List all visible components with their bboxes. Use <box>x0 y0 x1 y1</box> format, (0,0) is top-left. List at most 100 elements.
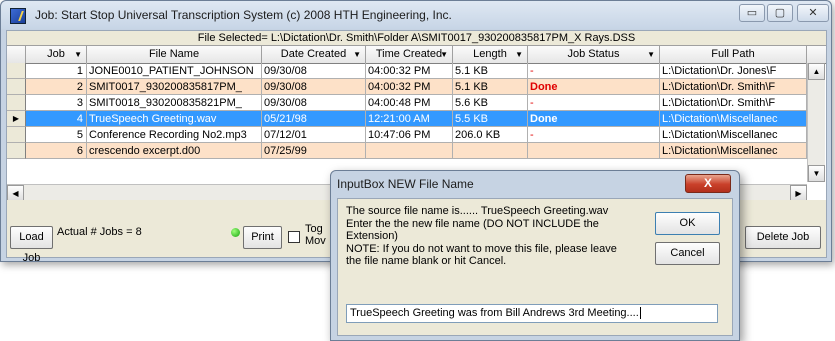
scroll-left-icon[interactable]: ◀ <box>7 185 24 200</box>
window-title: Job: Start Stop Universal Transcription … <box>35 8 452 22</box>
dialog-message: The source file name is...... TrueSpeech… <box>346 205 641 268</box>
status-led-icon <box>231 228 240 237</box>
col-header-full-path[interactable]: Full Path <box>660 46 807 63</box>
table-row[interactable]: 2 SMIT0017_930200835817PM_ 09/30/08 04:0… <box>7 79 807 95</box>
cell-status: - <box>528 63 660 79</box>
scroll-up-icon[interactable]: ▲ <box>808 63 825 80</box>
maximize-button[interactable]: ▢ <box>767 4 793 22</box>
cell-file-name: JONE0010_PATIENT_JOHNSON <box>87 63 262 79</box>
toggle-label: Tog <box>305 223 323 235</box>
load-job-button[interactable]: Load Job <box>10 226 53 264</box>
col-header-time-created[interactable]: Time Created ▼ <box>366 46 453 63</box>
cell-date: 05/21/98 <box>262 111 366 127</box>
row-indicator[interactable] <box>7 127 26 143</box>
cell-job: 1 <box>26 63 87 79</box>
cell-status: Done <box>528 79 660 95</box>
title-bar[interactable]: Job: Start Stop Universal Transcription … <box>1 1 831 29</box>
cell-date: 09/30/08 <box>262 79 366 95</box>
input-dialog: InputBox NEW File Name X The source file… <box>330 170 740 341</box>
col-header-job[interactable]: Job ▼ <box>26 46 87 63</box>
vertical-scrollbar[interactable]: ▲ ▼ <box>807 63 825 182</box>
cell-file-name: crescendo excerpt.d00 <box>87 143 262 159</box>
ok-button[interactable]: OK <box>655 212 720 235</box>
col-header-label: Date Created <box>280 48 347 60</box>
cell-file-name: SMIT0018_930200835821PM_ <box>87 95 262 111</box>
sort-arrow-icon: ▼ <box>515 50 523 59</box>
cell-status: Done <box>528 111 660 127</box>
cell-date: 07/25/99 <box>262 143 366 159</box>
cell-job: 6 <box>26 143 87 159</box>
cell-time: 04:00:48 PM <box>366 95 453 111</box>
col-header-date-created[interactable]: Date Created ▼ <box>262 46 366 63</box>
col-header-label: Job Status <box>567 48 620 60</box>
col-header-label: Full Path <box>711 48 755 60</box>
cell-time: 04:00:32 PM <box>366 63 453 79</box>
col-header-job-status[interactable]: Job Status ▼ <box>528 46 660 63</box>
cell-job: 3 <box>26 95 87 111</box>
cell-length: 5.5 KB <box>453 111 528 127</box>
cell-time <box>366 143 453 159</box>
actual-jobs-label: Actual # Jobs = 8 <box>57 226 142 238</box>
table-row-selected[interactable]: ▶ 4 TrueSpeech Greeting.wav 05/21/98 12:… <box>7 111 807 127</box>
cell-path: L:\Dictation\Dr. Jones\F <box>660 63 807 79</box>
cell-path: L:\Dictation\Dr. Smith\F <box>660 79 807 95</box>
cell-job: 5 <box>26 127 87 143</box>
row-indicator[interactable] <box>7 143 26 159</box>
table-row[interactable]: 5 Conference Recording No2.mp3 07/12/01 … <box>7 127 807 143</box>
sort-arrow-icon: ▼ <box>647 50 655 59</box>
cell-job: 4 <box>26 111 87 127</box>
col-header-length[interactable]: Length ▼ <box>453 46 528 63</box>
scroll-down-icon[interactable]: ▼ <box>808 165 825 182</box>
cell-path: L:\Dictation\Miscellanec <box>660 127 807 143</box>
cell-date: 09/30/08 <box>262 63 366 79</box>
cell-length: 5.1 KB <box>453 79 528 95</box>
cell-length: 206.0 KB <box>453 127 528 143</box>
cell-time: 04:00:32 PM <box>366 79 453 95</box>
cell-length: 5.1 KB <box>453 63 528 79</box>
delete-job-button[interactable]: Delete Job <box>745 226 821 249</box>
close-button[interactable]: ✕ <box>797 4 829 22</box>
table-row[interactable]: 3 SMIT0018_930200835821PM_ 09/30/08 04:0… <box>7 95 807 111</box>
print-button[interactable]: Print <box>243 226 282 249</box>
dialog-body: The source file name is...... TrueSpeech… <box>337 198 733 336</box>
cell-file-name: TrueSpeech Greeting.wav <box>87 111 262 127</box>
cell-status: - <box>528 95 660 111</box>
cell-status <box>528 143 660 159</box>
cell-job: 2 <box>26 79 87 95</box>
dialog-close-button[interactable]: X <box>685 174 731 193</box>
cell-file-name: Conference Recording No2.mp3 <box>87 127 262 143</box>
cell-file-name: SMIT0017_930200835817PM_ <box>87 79 262 95</box>
text-caret <box>639 307 641 320</box>
current-row-arrow-icon[interactable]: ▶ <box>7 111 26 127</box>
cell-time: 10:47:06 PM <box>366 127 453 143</box>
row-indicator[interactable] <box>7 95 26 111</box>
col-header-label: Job <box>47 48 65 60</box>
minimize-button[interactable]: ▭ <box>739 4 765 22</box>
message-line: The source file name is...... TrueSpeech… <box>346 205 609 217</box>
header-corner <box>7 46 26 63</box>
grid-header: Job ▼ File Name Date Created ▼ Time Create… <box>7 46 826 64</box>
cancel-button[interactable]: Cancel <box>655 242 720 265</box>
cell-status: - <box>528 127 660 143</box>
table-row[interactable]: 1 JONE0010_PATIENT_JOHNSON 09/30/08 04:0… <box>7 63 807 79</box>
sort-arrow-icon: ▼ <box>353 50 361 59</box>
cell-path: L:\Dictation\Dr. Smith\F <box>660 95 807 111</box>
message-line: Enter the the new file name (DO NOT INCL… <box>346 217 599 230</box>
row-indicator[interactable] <box>7 63 26 79</box>
message-line: the file name blank or hit Cancel. <box>346 255 507 267</box>
message-line: Extension) <box>346 230 398 242</box>
cell-path: L:\Dictation\Miscellanec <box>660 111 807 127</box>
col-header-file-name[interactable]: File Name <box>87 46 262 63</box>
table-row[interactable]: 6 crescendo excerpt.d00 07/25/99 L:\Dict… <box>7 143 807 159</box>
sort-arrow-icon: ▼ <box>74 50 82 59</box>
dialog-title: InputBox NEW File Name <box>337 177 474 191</box>
app-icon <box>10 8 26 24</box>
cell-date: 07/12/01 <box>262 127 366 143</box>
cell-time: 12:21:00 AM <box>366 111 453 127</box>
new-file-name-input[interactable]: TrueSpeech Greeting was from Bill Andrew… <box>346 304 718 323</box>
col-header-label: Time Created <box>375 48 443 60</box>
toggle-checkbox[interactable] <box>288 231 300 243</box>
row-indicator[interactable] <box>7 79 26 95</box>
scroll-right-icon[interactable]: ▶ <box>790 185 807 200</box>
col-header-label: File Name <box>148 48 200 60</box>
